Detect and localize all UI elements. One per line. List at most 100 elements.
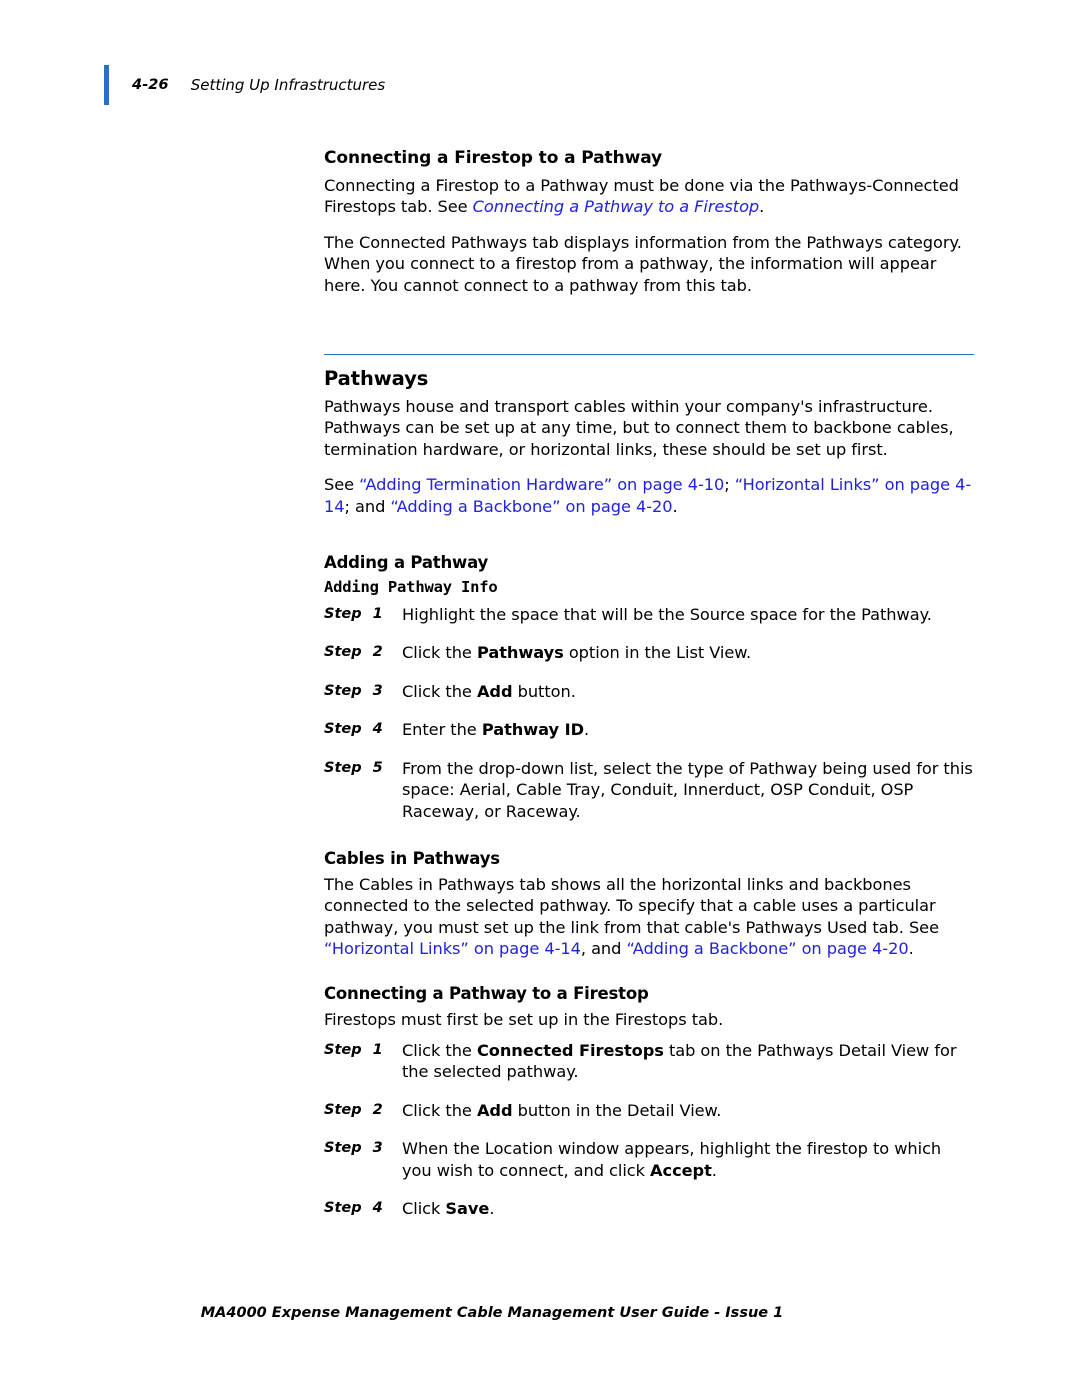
step-text-bold: Connected Firestops xyxy=(476,1040,664,1060)
heading-cables-in-pathways: Cables in Pathways xyxy=(324,848,500,868)
step-text-bold: Pathways xyxy=(476,643,564,663)
paragraph-connected-pathways-tab: The Connected Pathways tab displays info… xyxy=(324,232,962,295)
step-text: Click the Add button. xyxy=(402,681,974,702)
step-number: 2 xyxy=(372,644,383,661)
heading-connecting-pathway-to-firestop: Connecting a Pathway to a Firestop xyxy=(324,983,649,1003)
heading-pathways: Pathways xyxy=(324,367,429,391)
section-divider-rule xyxy=(324,354,974,356)
step-number: 4 xyxy=(372,721,383,738)
step-text: Click the Add button in the Detail View. xyxy=(402,1100,974,1121)
step-text-bold: Add xyxy=(476,1100,513,1120)
subsection-gap xyxy=(324,974,974,984)
paragraph-firestop-intro-text-2: . xyxy=(759,197,765,217)
heading-adding-pathway-info: Adding Pathway Info xyxy=(324,578,498,597)
xref-lead-in: See xyxy=(324,475,360,495)
step-text-before: From the drop-down list, select the type… xyxy=(402,758,973,821)
step-text-before: Click the xyxy=(402,643,477,663)
subsection-gap xyxy=(324,839,974,849)
step-number: 3 xyxy=(372,682,383,699)
step-text-before: Click the xyxy=(402,1040,477,1060)
xref-horizontal-links[interactable]: “Horizontal Links” on page 4-14 xyxy=(324,939,581,958)
paragraph-pathways-overview: Pathways house and transport cables with… xyxy=(324,397,954,459)
step-label: Step 4 xyxy=(324,719,402,740)
step-number: 3 xyxy=(372,1140,383,1157)
page-footer: MA4000 Expense Management Cable Manageme… xyxy=(0,1305,1080,1321)
xref-separator-2: ; and xyxy=(344,496,391,516)
xref-separator: , and xyxy=(580,939,627,959)
step-number: 5 xyxy=(372,759,383,776)
xref-end-punctuation: . xyxy=(672,496,678,516)
page-content: Connecting a Firestop to a Pathway Conne… xyxy=(324,148,974,1236)
step-number: 4 xyxy=(372,1199,383,1216)
step-item: Step 4 Enter the Pathway ID. xyxy=(324,719,974,740)
page-header: 4-26 Setting Up Infrastructures xyxy=(104,64,984,106)
step-word: Step xyxy=(324,1140,362,1157)
step-text: Click Save. xyxy=(402,1198,974,1219)
paragraph-cables-in-pathways: The Cables in Pathways tab shows all the… xyxy=(324,874,974,960)
paragraph-pathways-crossrefs: See “Adding Termination Hardware” on pag… xyxy=(324,474,974,517)
step-text-before: Click the xyxy=(402,1100,477,1120)
header-page-number: 4-26 xyxy=(132,77,169,93)
step-item: Step 3 When the Location window appears, … xyxy=(324,1138,974,1181)
step-text-bold: Add xyxy=(476,681,513,701)
document-page: 4-26 Setting Up Infrastructures Connecti… xyxy=(0,0,1080,1397)
step-text-after: button in the Detail View. xyxy=(512,1100,722,1120)
xref-connecting-pathway-to-firestop[interactable]: Connecting a Pathway to a Firestop xyxy=(473,197,760,216)
step-text-bold: Pathway ID xyxy=(481,720,584,740)
step-item: Step 1 Click the Connected Firestops tab … xyxy=(324,1040,974,1083)
step-item: Step 2 Click the Add button in the Detail… xyxy=(324,1100,974,1121)
xref-adding-a-backbone[interactable]: “Adding a Backbone” on page 4-20 xyxy=(626,939,908,958)
step-word: Step xyxy=(324,759,362,776)
step-label: Step 3 xyxy=(324,1138,402,1181)
step-text: When the Location window appears, highli… xyxy=(402,1138,974,1181)
heading-adding-a-pathway: Adding a Pathway xyxy=(324,553,489,573)
step-text: From the drop-down list, select the type… xyxy=(402,758,974,822)
step-item: Step 3 Click the Add button. xyxy=(324,681,974,702)
step-label: Step 1 xyxy=(324,604,402,625)
step-text: Enter the Pathway ID. xyxy=(402,719,974,740)
paragraph-firestop-intro: Connecting a Firestop to a Pathway must … xyxy=(324,175,974,218)
step-label: Step 2 xyxy=(324,642,402,663)
xref-separator-1: ; xyxy=(724,475,735,495)
step-text-bold: Accept xyxy=(650,1160,712,1180)
header-accent-bar xyxy=(104,65,109,105)
step-label: Step 5 xyxy=(324,758,402,822)
step-number: 1 xyxy=(372,1041,383,1058)
step-item: Step 1 Highlight the space that will be t… xyxy=(324,604,974,625)
step-item: Step 5 From the drop-down list, select th… xyxy=(324,758,974,822)
step-text: Click the Pathways option in the List Vi… xyxy=(402,642,974,663)
footer-text: MA4000 Expense Management Cable Manageme… xyxy=(200,1305,784,1321)
step-text-after: button. xyxy=(512,681,576,701)
step-word: Step xyxy=(324,1101,362,1118)
step-word: Step xyxy=(324,606,362,623)
step-word: Step xyxy=(324,682,362,699)
step-text-before: Click xyxy=(402,1198,446,1218)
step-word: Step xyxy=(324,721,362,738)
step-item: Step 4 Click Save. xyxy=(324,1198,974,1219)
step-label: Step 3 xyxy=(324,681,402,702)
step-text-before: Click the xyxy=(402,681,477,701)
step-text: Click the Connected Firestops tab on the… xyxy=(402,1040,974,1083)
step-text-before: Highlight the space that will be the Sou… xyxy=(402,605,932,625)
step-text-after: . xyxy=(489,1198,495,1218)
step-text-after: . xyxy=(583,720,590,740)
subsection-gap xyxy=(324,531,974,553)
step-number: 1 xyxy=(372,606,383,623)
step-text: Highlight the space that will be the Sou… xyxy=(402,604,974,625)
xref-adding-a-backbone[interactable]: “Adding a Backbone” on page 4-20 xyxy=(390,497,672,516)
heading-connecting-firestop-to-pathway: Connecting a Firestop to a Pathway xyxy=(324,148,663,168)
xref-adding-termination-hardware[interactable]: “Adding Termination Hardware” on page 4-… xyxy=(359,475,724,494)
step-text-after: option in the List View. xyxy=(563,643,752,663)
step-label: Step 1 xyxy=(324,1040,402,1083)
step-item: Step 2 Click the Pathways option in the L… xyxy=(324,642,974,663)
step-label: Step 2 xyxy=(324,1100,402,1121)
xref-end-punctuation: . xyxy=(908,939,914,959)
step-text-after: . xyxy=(711,1160,717,1180)
step-word: Step xyxy=(324,644,362,661)
paragraph-cables-text: The Cables in Pathways tab shows all the… xyxy=(324,874,940,937)
paragraph-firestops-intro: Firestops must first be set up in the Fi… xyxy=(324,1009,724,1029)
step-text-bold: Save xyxy=(445,1198,490,1218)
step-word: Step xyxy=(324,1199,362,1216)
step-word: Step xyxy=(324,1041,362,1058)
